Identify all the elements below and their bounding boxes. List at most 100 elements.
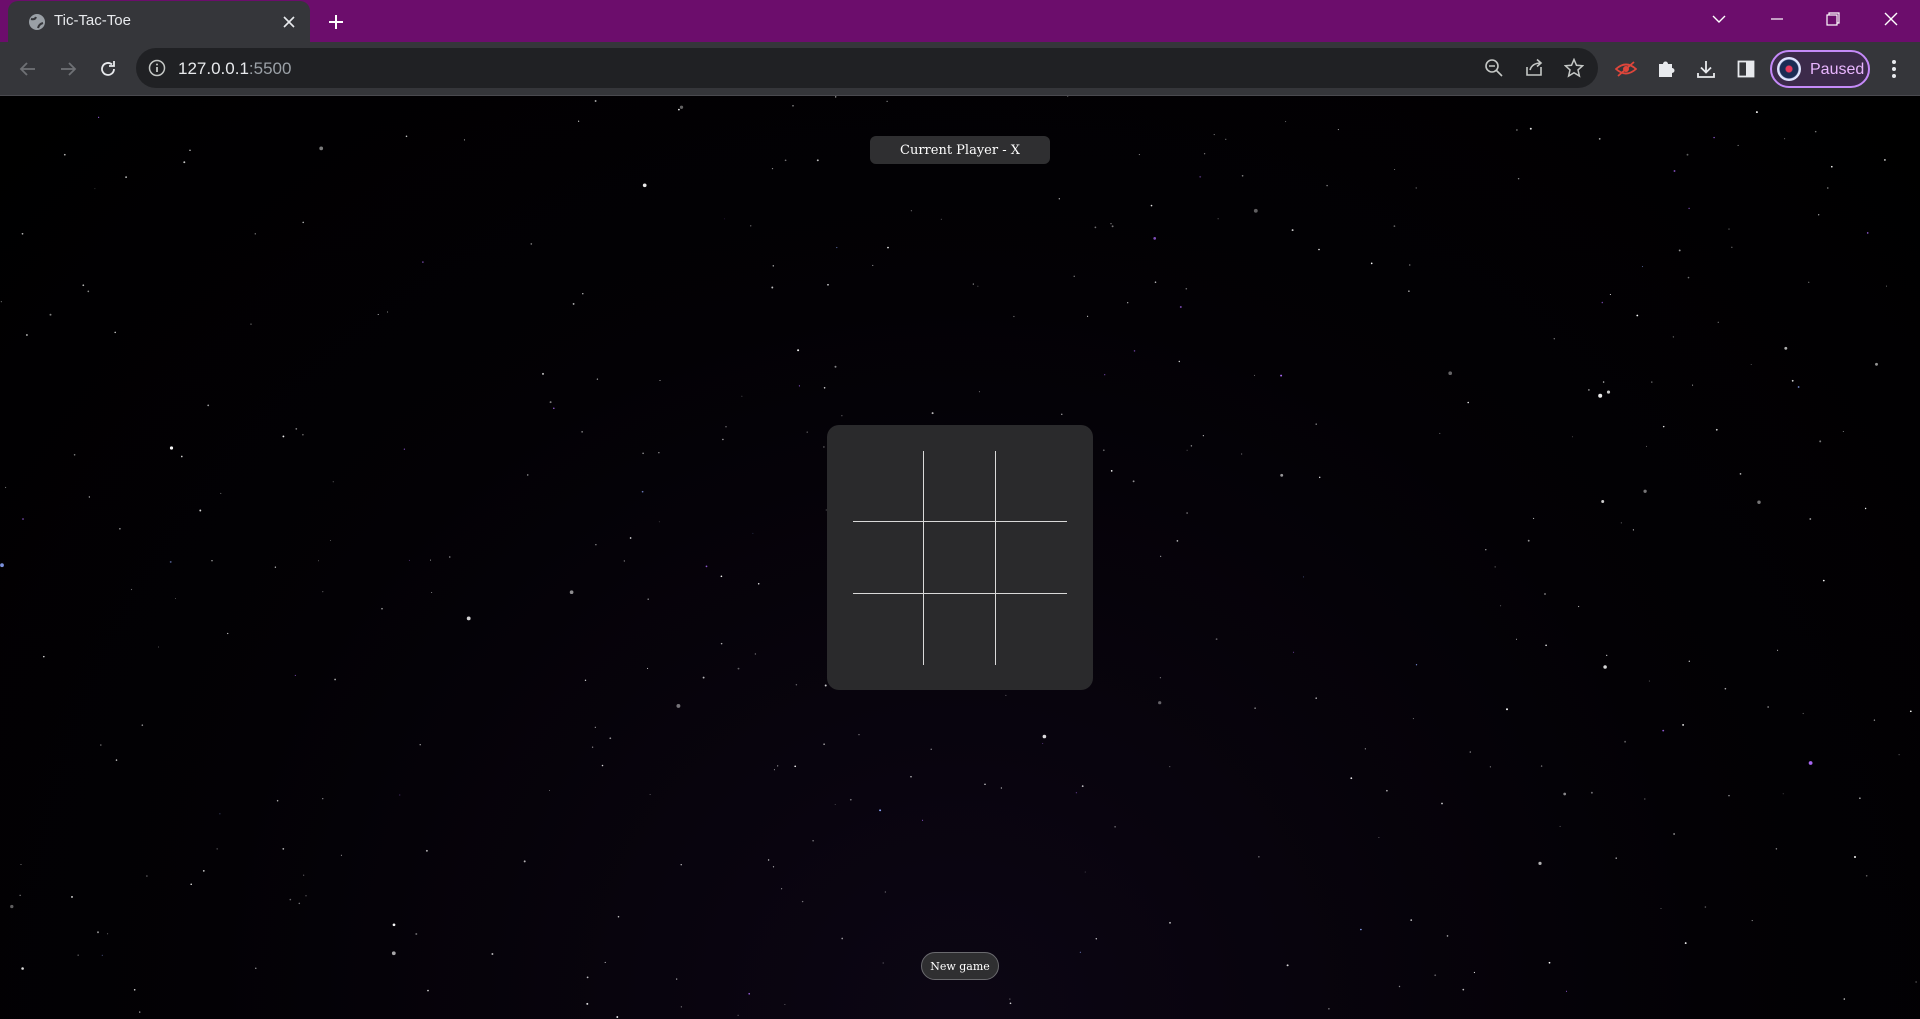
star: [1225, 138, 1227, 140]
star: [1318, 476, 1321, 479]
star: [910, 210, 913, 212]
star: [88, 496, 90, 498]
star: [586, 1002, 589, 1005]
star: [834, 804, 836, 806]
star: [1632, 529, 1634, 531]
chevron-down-icon[interactable]: [1696, 0, 1742, 38]
star: [169, 446, 174, 450]
url-text: 127.0.0.1:5500: [178, 59, 291, 79]
forward-arrow-icon[interactable]: [52, 53, 84, 85]
close-icon[interactable]: [278, 11, 300, 33]
browser-tab[interactable]: Tic-Tac-Toe: [8, 1, 310, 42]
board-cell[interactable]: [853, 522, 925, 594]
side-panel-icon[interactable]: [1732, 55, 1760, 83]
star: [1684, 942, 1687, 945]
star: [798, 385, 800, 387]
star: [1682, 723, 1685, 726]
address-bar[interactable]: 127.0.0.1:5500: [136, 48, 1598, 88]
board-cell[interactable]: [853, 593, 925, 665]
star: [1688, 660, 1690, 662]
share-icon[interactable]: [1522, 56, 1546, 80]
star: [1258, 856, 1260, 858]
star: [1446, 935, 1449, 937]
star: [463, 139, 466, 141]
profile-button[interactable]: Paused: [1770, 50, 1870, 88]
star: [82, 284, 85, 287]
star: [1609, 293, 1611, 296]
star: [1489, 766, 1491, 768]
star: [294, 674, 296, 676]
info-icon[interactable]: [148, 59, 166, 77]
download-icon[interactable]: [1692, 55, 1720, 83]
star: [548, 789, 551, 792]
minimize-button[interactable]: [1754, 0, 1800, 38]
star: [1662, 425, 1665, 428]
star: [21, 232, 24, 235]
star: [1102, 449, 1105, 452]
star: [594, 100, 597, 102]
star: [1563, 792, 1567, 796]
eye-off-icon[interactable]: [1612, 55, 1640, 83]
kebab-menu-icon[interactable]: [1880, 55, 1908, 83]
star: [1737, 144, 1739, 146]
star: [1590, 791, 1593, 794]
star: [408, 559, 410, 561]
star: [254, 233, 256, 235]
star: [642, 183, 647, 188]
star: [1819, 440, 1822, 443]
board-cell[interactable]: [924, 451, 996, 523]
star: [609, 737, 612, 740]
star: [1544, 593, 1546, 595]
star: [399, 794, 401, 796]
star: [678, 108, 680, 111]
star: [125, 176, 127, 178]
star: [295, 428, 298, 430]
zoom-out-icon[interactable]: [1482, 56, 1506, 80]
star: [1328, 1008, 1330, 1010]
star: [1114, 825, 1116, 828]
star: [1527, 539, 1530, 542]
star: [1241, 174, 1244, 177]
board-cell[interactable]: [924, 593, 996, 665]
close-window-button[interactable]: [1868, 0, 1914, 38]
star: [1775, 848, 1778, 850]
star: [1350, 777, 1353, 780]
star: [302, 433, 304, 436]
board-cell[interactable]: [853, 451, 925, 523]
back-arrow-icon[interactable]: [12, 53, 44, 85]
restore-button[interactable]: [1810, 0, 1856, 38]
puzzle-icon[interactable]: [1652, 55, 1680, 83]
star: [332, 481, 334, 483]
board-cell[interactable]: [996, 594, 1067, 665]
star-icon[interactable]: [1562, 56, 1586, 80]
star: [772, 866, 775, 868]
star: [0, 301, 2, 303]
star: [1280, 374, 1283, 377]
star: [1538, 861, 1542, 866]
star: [1859, 797, 1861, 799]
star: [1473, 971, 1475, 974]
new-game-button[interactable]: New game: [921, 952, 999, 980]
star: [1731, 246, 1733, 248]
new-tab-button[interactable]: [322, 9, 350, 35]
star: [1111, 225, 1114, 228]
star: [834, 365, 837, 368]
board-cell[interactable]: [995, 522, 1067, 594]
star: [777, 765, 779, 767]
star: [1577, 605, 1580, 608]
star: [741, 395, 743, 397]
star: [274, 566, 277, 568]
star: [1467, 401, 1469, 404]
board-cell[interactable]: [924, 522, 996, 594]
star: [584, 679, 587, 681]
star: [1441, 802, 1443, 805]
star: [680, 864, 682, 866]
star: [1393, 225, 1396, 227]
board-cell[interactable]: [995, 451, 1067, 523]
star: [1777, 649, 1779, 651]
star: [169, 560, 172, 563]
reload-icon[interactable]: [92, 53, 124, 85]
star: [658, 452, 660, 454]
star: [1757, 500, 1761, 504]
star: [1439, 432, 1441, 434]
